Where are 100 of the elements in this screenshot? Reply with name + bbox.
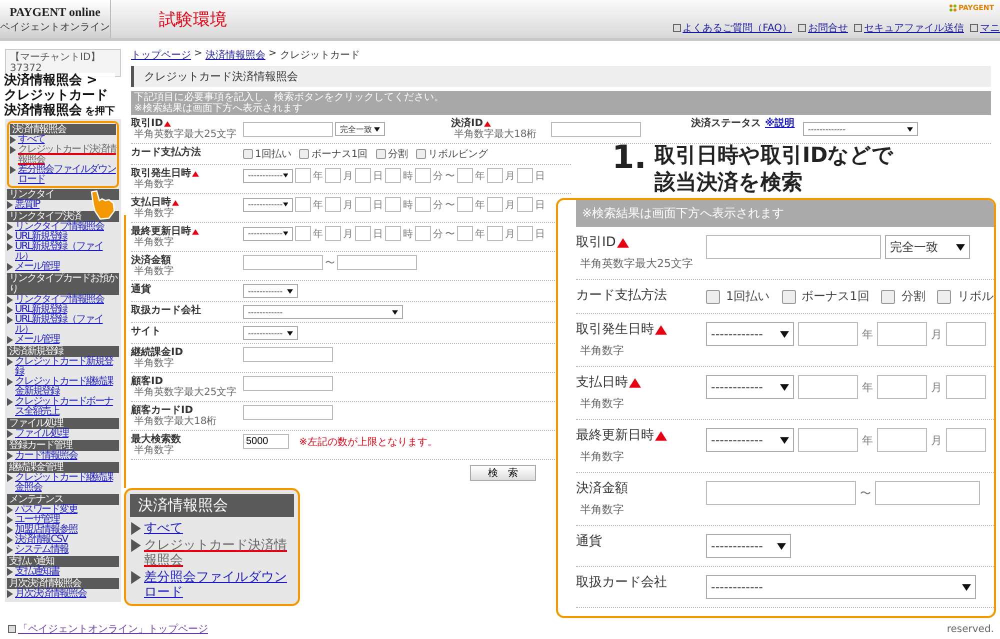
select-field[interactable]: ------------- <box>803 122 918 136</box>
date-field[interactable] <box>877 375 927 399</box>
menu-link[interactable]: ファイル処理 <box>7 429 119 439</box>
amount-field[interactable] <box>875 481 980 505</box>
amount-field[interactable] <box>243 255 323 270</box>
text-field[interactable] <box>243 347 333 362</box>
checkbox-option[interactable]: 1回払い <box>706 288 770 305</box>
select-field[interactable]: ------------ <box>706 428 794 452</box>
header-link[interactable]: お問合せ <box>798 21 848 35</box>
menu-link[interactable]: メール管理 <box>7 335 119 345</box>
date-field[interactable] <box>946 375 986 399</box>
date-field[interactable] <box>325 197 341 212</box>
date-field[interactable] <box>877 322 927 346</box>
date-field[interactable] <box>517 197 533 212</box>
menu-link[interactable]: パスワード変更 <box>7 505 119 515</box>
date-field[interactable] <box>355 197 371 212</box>
menu-link[interactable]: クレジットカード決済情報照会 <box>10 145 116 165</box>
select-field[interactable]: ------------ <box>243 226 293 240</box>
menu-link[interactable]: メール管理 <box>7 262 119 272</box>
text-field[interactable] <box>243 376 333 391</box>
menu-link[interactable]: カード情報照会 <box>7 451 119 461</box>
checkbox-option[interactable]: 分割 <box>881 288 926 305</box>
date-field[interactable] <box>798 322 858 346</box>
date-field[interactable] <box>385 197 401 212</box>
date-field[interactable] <box>457 197 473 212</box>
date-field[interactable] <box>385 226 401 241</box>
checkbox-option[interactable]: 1回払い <box>243 147 292 161</box>
menu-link[interactable]: URL新規登録 <box>7 305 119 315</box>
select-field[interactable]: ------------ <box>706 534 791 558</box>
date-field[interactable] <box>798 375 858 399</box>
menu-link[interactable]: 差分照会ファイルダウンロード <box>10 165 116 185</box>
search-button[interactable]: 検 索 <box>470 465 536 481</box>
date-field[interactable] <box>295 226 311 241</box>
checkbox-option[interactable]: リボル <box>937 288 994 305</box>
checkbox-option[interactable]: ボーナス1回 <box>782 288 870 305</box>
menu-link[interactable]: クレジットカード新規登録 <box>7 357 119 377</box>
select-field[interactable]: ------------ <box>243 305 403 319</box>
date-field[interactable] <box>946 428 986 452</box>
match-select[interactable]: 完全一致 <box>335 122 385 136</box>
match-select[interactable]: 完全一致 <box>885 235 970 259</box>
select-field[interactable]: ------------ <box>243 326 298 340</box>
date-field[interactable] <box>325 226 341 241</box>
breadcrumb-link[interactable]: 決済情報照会 <box>205 48 266 62</box>
select-field[interactable]: ------------ <box>706 575 976 599</box>
menu-link[interactable]: 加盟店情報参照 <box>7 525 119 535</box>
text-field[interactable] <box>243 122 333 136</box>
select-field[interactable]: ------------ <box>243 198 293 212</box>
header-link[interactable]: セキュアファイル送信 <box>854 21 964 35</box>
select-field[interactable]: ------------ <box>706 322 794 346</box>
menu-link[interactable]: 決済情報CSV <box>7 535 119 545</box>
text-field[interactable] <box>551 122 641 136</box>
date-field[interactable] <box>517 226 533 241</box>
text-field[interactable]: 5000 <box>243 434 289 449</box>
menu-link[interactable]: リンクタイプ情報照会 <box>7 222 119 232</box>
date-field[interactable] <box>487 226 503 241</box>
menu-link[interactable]: クレジットカード決済情報照会 <box>130 538 294 568</box>
date-field[interactable] <box>457 168 473 183</box>
checkbox-option[interactable]: 分割 <box>376 147 408 161</box>
menu-link[interactable]: システム情報 <box>7 545 119 555</box>
menu-link[interactable]: クレジットカードボーナス全額売上 <box>7 397 119 417</box>
date-field[interactable] <box>877 428 927 452</box>
checkbox[interactable] <box>706 290 720 304</box>
menu-link[interactable]: 月次決済情報照会 <box>7 589 119 599</box>
text-field[interactable] <box>243 405 333 420</box>
checkbox[interactable] <box>782 290 796 304</box>
amount-field[interactable] <box>337 255 417 270</box>
checkbox-option[interactable]: ボーナス1回 <box>299 147 368 161</box>
date-field[interactable] <box>295 168 311 183</box>
checkbox[interactable] <box>416 149 426 159</box>
menu-link[interactable]: ユーザ管理 <box>7 515 119 525</box>
date-field[interactable] <box>946 322 986 346</box>
date-field[interactable] <box>295 197 311 212</box>
date-field[interactable] <box>487 168 503 183</box>
checkbox[interactable] <box>376 149 386 159</box>
date-field[interactable] <box>457 226 473 241</box>
checkbox[interactable] <box>937 290 952 304</box>
amount-field[interactable] <box>706 481 856 505</box>
checkbox-option[interactable]: リボルビング <box>416 147 488 161</box>
date-field[interactable] <box>355 226 371 241</box>
date-field[interactable] <box>517 168 533 183</box>
date-field[interactable] <box>798 428 858 452</box>
help-link[interactable]: ※説明 <box>765 118 795 129</box>
checkbox[interactable] <box>243 149 253 159</box>
breadcrumb-link[interactable]: トップページ <box>131 48 191 62</box>
select-field[interactable]: ------------ <box>243 168 293 182</box>
header-link[interactable]: マニ <box>970 21 1000 35</box>
text-field[interactable] <box>706 235 881 259</box>
select-field[interactable]: ------------ <box>706 375 794 399</box>
header-link[interactable]: よくあるご質問（FAQ） <box>672 21 792 35</box>
date-field[interactable] <box>385 168 401 183</box>
menu-link[interactable]: URL新規登録 <box>7 232 119 242</box>
select-field[interactable]: ------------ <box>243 284 298 298</box>
date-field[interactable] <box>415 226 431 241</box>
menu-link[interactable]: 支払通知書 <box>7 567 119 577</box>
checkbox[interactable] <box>299 149 310 159</box>
date-field[interactable] <box>415 168 431 183</box>
date-field[interactable] <box>415 197 431 212</box>
menu-link[interactable]: クレジットカード継続課金新規登録 <box>7 377 119 397</box>
menu-link[interactable]: クレジットカード継続課金照会 <box>7 473 119 493</box>
footer-link[interactable]: 「ペイジェントオンライン」トップページ <box>18 622 208 636</box>
